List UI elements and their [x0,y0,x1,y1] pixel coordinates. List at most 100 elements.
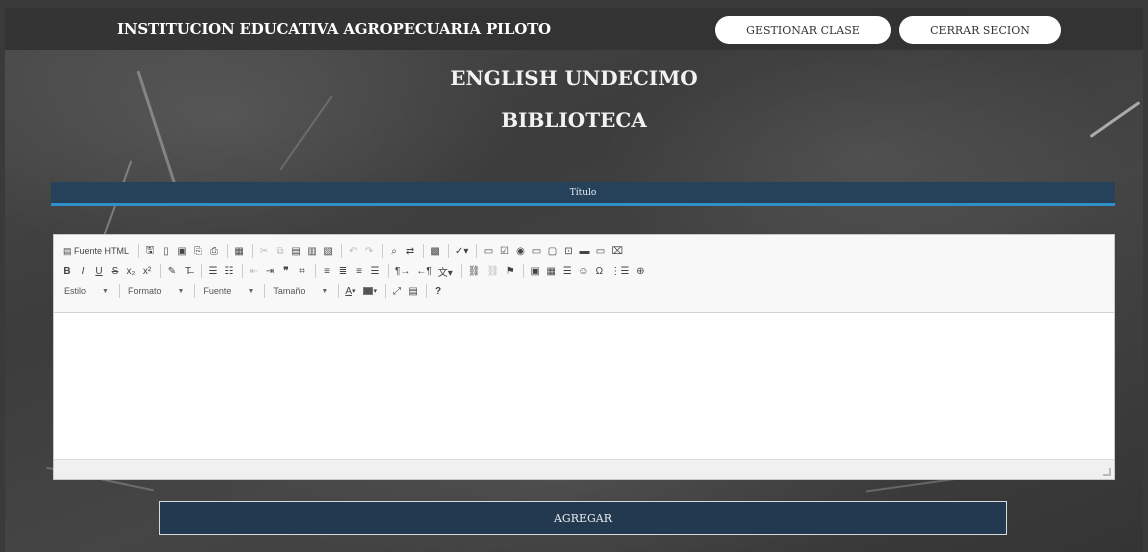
toolbar-separator [460,264,462,278]
toolbar-separator [426,284,428,298]
font-dropdown-label: Fuente [203,286,232,296]
paste-icon[interactable]: ▤ [289,243,303,259]
logout-button[interactable]: CERRAR SECION [899,16,1061,44]
title-field[interactable]: Título [51,182,1115,206]
chevron-down-icon: ▼ [247,287,255,295]
toolbar-separator [382,244,384,258]
bulleted-list-icon[interactable]: ☷ [222,263,236,279]
undo-icon[interactable]: ↶ [346,243,360,259]
toolbar-separator [338,284,340,298]
strike-button[interactable]: S [108,263,122,279]
redo-icon[interactable]: ↷ [362,243,376,259]
align-center-icon[interactable]: ≣ [336,263,350,279]
background-color-button[interactable]: ▾ [360,283,380,299]
radio-icon[interactable]: ◉ [513,243,527,259]
paste-word-icon[interactable]: ▧ [321,243,335,259]
size-dropdown-label: Tamaño [273,286,306,296]
div-container-icon[interactable]: ⌗ [295,263,309,279]
toolbar-separator [476,244,478,258]
toolbar-separator [448,244,450,258]
toolbar-row-3: Estilo▼ Formato▼ Fuente▼ Tamaño▼ A▾ [60,281,1108,301]
toolbar-separator [138,244,140,258]
source-html-button[interactable]: ▤ Fuente HTML [60,243,132,259]
manage-class-button[interactable]: GESTIONAR CLASE [715,16,891,44]
rtl-icon[interactable]: ←¶ [414,263,433,279]
superscript-button[interactable]: x² [140,263,154,279]
show-blocks-icon[interactable]: ▤ [406,283,420,299]
link-icon[interactable]: ⛓ [466,263,483,279]
remove-format-icon[interactable]: T̶ [181,263,195,279]
numbered-list-icon[interactable]: ☰ [206,263,220,279]
smiley-icon[interactable]: ☺ [576,263,590,279]
source-icon: ▤ [63,245,75,256]
horizontal-line-icon[interactable]: ☰ [560,263,574,279]
background-color-icon [362,287,373,295]
font-color-letter: A [345,285,353,297]
blockquote-icon[interactable]: ❞ [279,263,293,279]
toolbar-separator [385,284,387,298]
replace-icon[interactable]: ⇄ [403,243,417,259]
toolbar-separator [423,244,425,258]
copy-format-icon[interactable]: ✎ [165,263,179,279]
font-color-button[interactable]: A ▾ [343,283,357,299]
unlink-icon[interactable]: ⛓ [484,263,501,279]
help-button[interactable]: ? [431,283,445,299]
special-char-button[interactable]: Ω [592,263,606,279]
templates-icon[interactable]: ▦ [232,243,246,259]
paste-text-icon[interactable]: ▥ [305,243,319,259]
cut-icon[interactable]: ✂ [257,243,271,259]
select-field-icon[interactable]: ⊡ [561,243,575,259]
editor-content-area[interactable] [54,313,1114,459]
find-icon[interactable]: ⌕ [387,243,401,259]
add-button[interactable]: AGREGAR [159,501,1007,535]
editor-toolbar: ▤ Fuente HTML 🖫 ▯ ▣ ⎘ ⎙ ▦ ✂ ⧉ ▤ ▥ ▧ ↶ ↷ [54,235,1114,313]
new-page-icon[interactable]: ▯ [159,243,173,259]
image-button-icon[interactable]: ▭ [593,243,607,259]
page-background: INSTITUCION EDUCATIVA AGROPECUARIA PILOT… [5,8,1143,552]
size-dropdown[interactable]: Tamaño ▼ [269,283,332,299]
ltr-icon[interactable]: ¶→ [393,263,412,279]
subscript-button[interactable]: x₂ [124,263,138,279]
print-icon[interactable]: ⎙ [207,243,221,259]
form-icon[interactable]: ▭ [481,243,495,259]
toolbar-separator [242,264,243,278]
select-all-icon[interactable]: ▩ [428,243,442,259]
indent-icon[interactable]: ⇥ [263,263,277,279]
button-field-icon[interactable]: ▬ [577,243,591,259]
chalk-mark [279,95,333,171]
language-icon[interactable]: 文▾ [436,263,455,279]
hidden-field-icon[interactable]: ⌧ [609,243,625,259]
toolbar-separator [341,244,343,258]
resize-handle-icon[interactable] [1103,468,1111,476]
spellcheck-icon[interactable]: ✓▾ [453,243,470,259]
toolbar-separator [118,284,120,298]
italic-button[interactable]: I [76,263,90,279]
anchor-icon[interactable]: ⚑ [503,263,517,279]
preview-icon[interactable]: ⎘ [191,243,205,259]
page-break-icon[interactable]: ⋮☰ [608,263,631,279]
textarea-icon[interactable]: ▢ [545,243,559,259]
section-title: BIBLIOTECA [501,108,647,132]
format-dropdown[interactable]: Formato ▼ [124,283,188,299]
checkbox-icon[interactable]: ☑ [497,243,511,259]
align-right-icon[interactable]: ≡ [352,263,366,279]
outdent-icon[interactable]: ⇤ [247,263,261,279]
underline-button[interactable]: U [92,263,106,279]
style-dropdown-label: Estilo [64,286,87,296]
textfield-icon[interactable]: ▭ [529,243,543,259]
justify-icon[interactable]: ☰ [368,263,382,279]
style-dropdown[interactable]: Estilo ▼ [60,283,113,299]
toolbar-separator [194,284,196,298]
iframe-icon[interactable]: ⊕ [633,263,647,279]
editor-status-bar [54,459,1114,479]
maximize-icon[interactable]: ⤢ [390,283,404,299]
align-left-icon[interactable]: ≡ [320,263,334,279]
font-dropdown[interactable]: Fuente ▼ [199,283,258,299]
toolbar-separator [160,264,161,278]
bold-button[interactable]: B [60,263,74,279]
table-icon[interactable]: ▦ [544,263,558,279]
copy-icon[interactable]: ⧉ [273,243,287,259]
image-icon[interactable]: ▣ [528,263,542,279]
save-icon[interactable]: 🖫 [143,243,157,259]
template-icon[interactable]: ▣ [175,243,189,259]
